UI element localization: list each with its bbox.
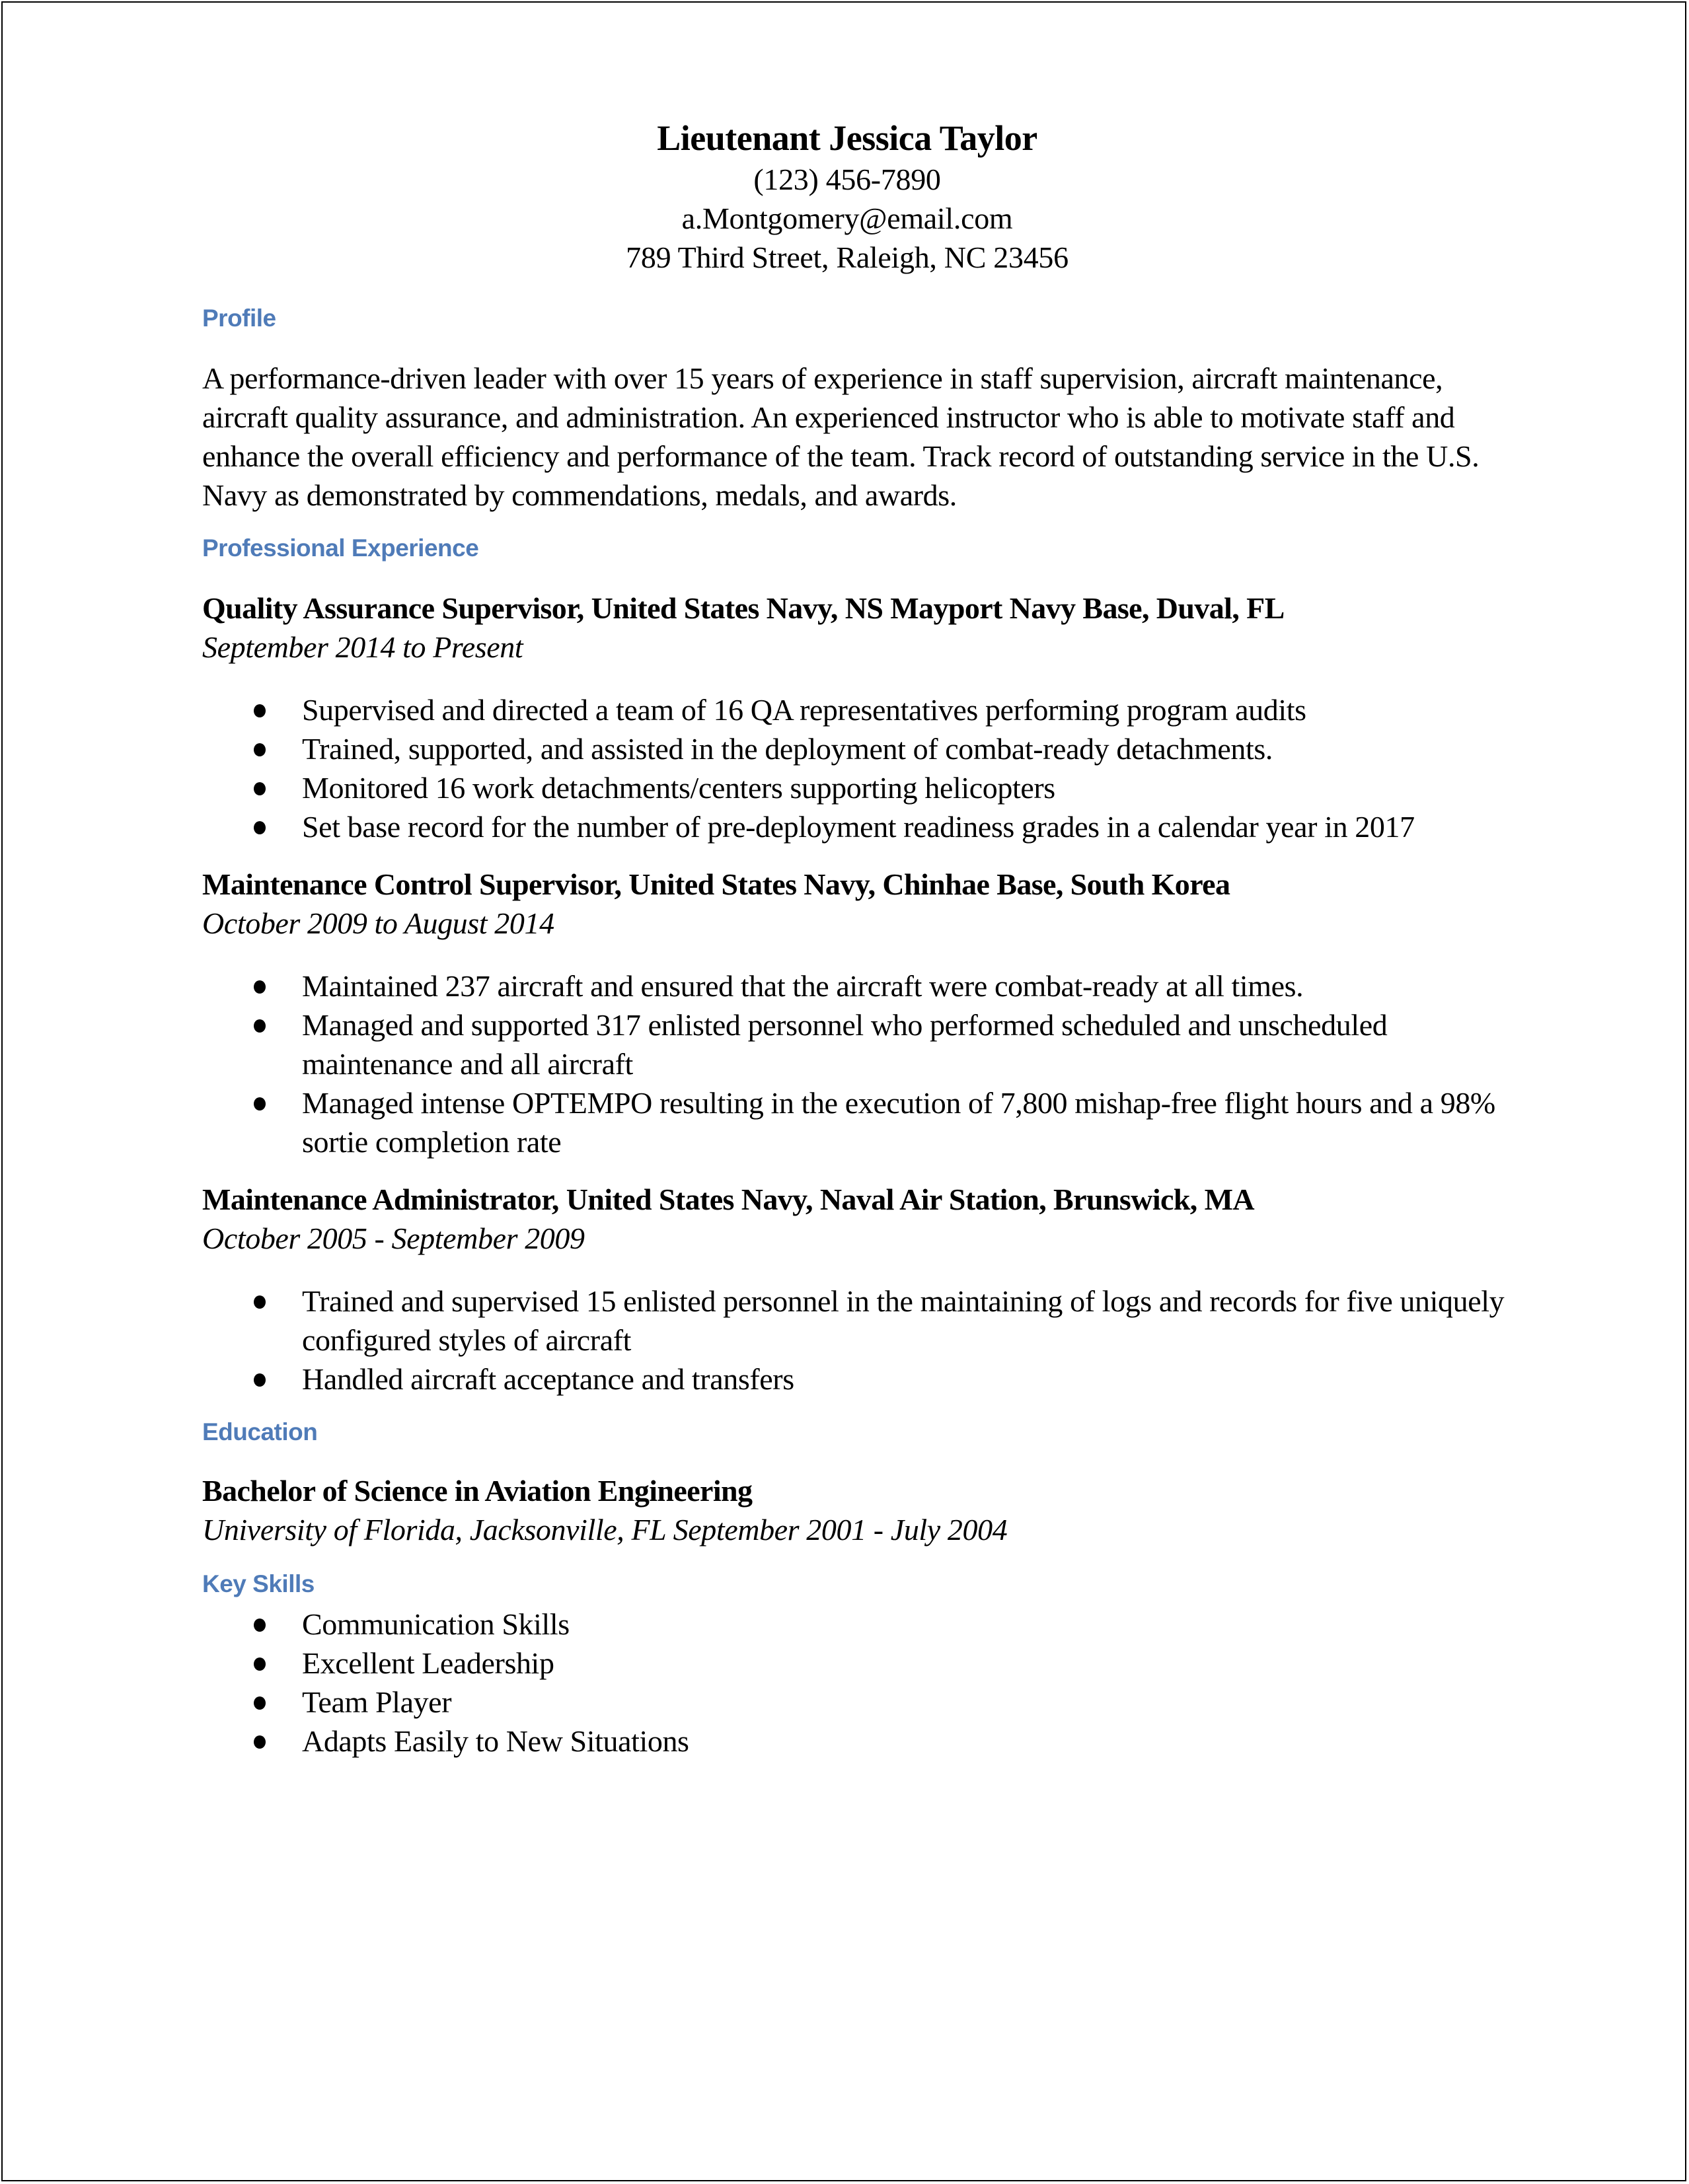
skills-heading: Key Skills [202, 1570, 315, 1597]
skill-text: Team Player [302, 1685, 452, 1719]
education-degree: Bachelor of Science in Aviation Engineer… [202, 1474, 753, 1508]
bullet-icon [254, 1619, 266, 1632]
bullet-text: Supervised and directed a team of 16 QA … [302, 693, 1306, 727]
skill-item: Team Player [202, 1683, 1511, 1722]
skill-text: Communication Skills [302, 1607, 570, 1641]
bullet-icon [254, 1295, 266, 1309]
profile-text: A performance-driven leader with over 15… [202, 361, 1480, 512]
bullet-icon [254, 821, 266, 834]
skill-text: Adapts Easily to New Situations [302, 1724, 689, 1758]
profile-heading: Profile [202, 305, 276, 332]
job-bullet-list: Maintained 237 aircraft and ensured that… [202, 966, 1524, 1161]
candidate-name: Lieutenant Jessica Taylor [657, 118, 1037, 158]
job-bullet: Trained and supervised 15 enlisted perso… [202, 1282, 1511, 1360]
bullet-icon [254, 1657, 266, 1671]
bullet-icon [254, 1019, 266, 1033]
job-bullet: Managed and supported 317 enlisted perso… [202, 1005, 1511, 1083]
skill-item: Excellent Leadership [202, 1644, 1511, 1683]
bullet-icon [254, 980, 266, 994]
job-bullet: Monitored 16 work detachments/centers su… [202, 768, 1511, 807]
bullet-text: Monitored 16 work detachments/centers su… [302, 771, 1055, 805]
job-bullet: Trained, supported, and assisted in the … [202, 729, 1511, 768]
job-title: Maintenance Control Supervisor, United S… [202, 867, 1230, 901]
skills-list: Communication Skills Excellent Leadershi… [202, 1605, 1524, 1761]
bullet-icon [254, 1735, 266, 1749]
skill-text: Excellent Leadership [302, 1646, 554, 1680]
job-title: Quality Assurance Supervisor, United Sta… [202, 591, 1285, 625]
bullet-text: Trained, supported, and assisted in the … [302, 732, 1273, 766]
experience-heading: Professional Experience [202, 534, 479, 562]
job-bullet-list: Supervised and directed a team of 16 QA … [202, 690, 1524, 846]
bullet-text: Trained and supervised 15 enlisted perso… [302, 1284, 1505, 1357]
education-detail: University of Florida, Jacksonville, FL … [202, 1513, 1008, 1547]
bullet-icon [254, 1097, 266, 1110]
bullet-icon [254, 743, 266, 756]
job-bullet-list: Trained and supervised 15 enlisted perso… [202, 1282, 1524, 1399]
job-bullet: Handled aircraft acceptance and transfer… [202, 1360, 1511, 1399]
bullet-text: Managed and supported 317 enlisted perso… [302, 1008, 1388, 1081]
job-title: Maintenance Administrator, United States… [202, 1183, 1255, 1216]
job-bullet: Set base record for the number of pre-de… [202, 807, 1511, 846]
job-dates: October 2009 to August 2014 [202, 906, 554, 940]
street-address: 789 Third Street, Raleigh, NC 23456 [626, 240, 1069, 274]
bullet-text: Handled aircraft acceptance and transfer… [302, 1362, 794, 1396]
job-entry: Maintenance Control Supervisor, United S… [202, 865, 1524, 1161]
bullet-text: Set base record for the number of pre-de… [302, 810, 1415, 844]
job-entry: Quality Assurance Supervisor, United Sta… [202, 589, 1524, 846]
email-address: a.Montgomery@email.com [681, 201, 1013, 235]
bullet-text: Maintained 237 aircraft and ensured that… [302, 969, 1304, 1003]
bullet-icon [254, 704, 266, 717]
job-dates: September 2014 to Present [202, 630, 523, 664]
job-bullet: Maintained 237 aircraft and ensured that… [202, 966, 1511, 1005]
job-dates: October 2005 - September 2009 [202, 1221, 585, 1255]
skill-item: Adapts Easily to New Situations [202, 1722, 1511, 1761]
bullet-icon [254, 782, 266, 795]
skill-item: Communication Skills [202, 1605, 1511, 1644]
resume-page: Lieutenant Jessica Taylor (123) 456-7890… [1, 1, 1686, 2181]
resume-content: Lieutenant Jessica Taylor (123) 456-7890… [202, 116, 1524, 1761]
resume-header: Lieutenant Jessica Taylor (123) 456-7890… [202, 116, 1492, 277]
phone-number: (123) 456-7890 [753, 163, 941, 196]
bullet-icon [254, 1696, 266, 1710]
bullet-text: Managed intense OPTEMPO resulting in the… [302, 1086, 1495, 1159]
bullet-icon [254, 1373, 266, 1387]
job-bullet: Managed intense OPTEMPO resulting in the… [202, 1083, 1511, 1161]
job-entry: Maintenance Administrator, United States… [202, 1180, 1524, 1399]
education-heading: Education [202, 1418, 318, 1445]
job-bullet: Supervised and directed a team of 16 QA … [202, 690, 1511, 729]
